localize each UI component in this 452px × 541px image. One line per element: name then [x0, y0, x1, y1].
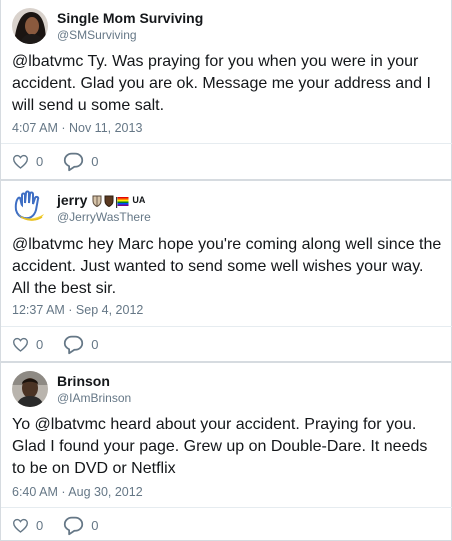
tweet-card[interactable]: jerry UA @JerryWasThere @lbatvmc hey Mar… — [0, 180, 452, 362]
avatar[interactable] — [12, 371, 48, 407]
tweet-actions: 0 0 — [12, 151, 118, 172]
shield-icon — [92, 194, 102, 208]
reply-button[interactable]: 0 — [63, 334, 98, 355]
reply-button[interactable]: 0 — [63, 151, 98, 172]
like-count: 0 — [36, 337, 44, 352]
reply-count: 0 — [91, 337, 99, 352]
speech-bubble-outline-icon — [63, 334, 84, 355]
tweet-list: Single Mom Surviving @SMSurviving @lbatv… — [0, 0, 452, 541]
reply-count: 0 — [91, 518, 99, 533]
name-badges: UA — [92, 192, 145, 209]
user-handle[interactable]: @JerryWasThere — [57, 210, 151, 225]
tweet-header: Brinson @IAmBrinson — [12, 371, 131, 407]
speech-bubble-outline-icon — [63, 151, 84, 172]
display-name[interactable]: Single Mom Surviving — [57, 10, 203, 27]
like-count: 0 — [36, 518, 44, 533]
tweet-header: Single Mom Surviving @SMSurviving — [12, 8, 203, 44]
tweet-card[interactable]: Brinson @IAmBrinson Yo @lbatvmc heard ab… — [0, 362, 452, 541]
tweet-timestamp[interactable]: 12:37 AM · Sep 4, 2012 — [12, 303, 143, 317]
display-name[interactable]: jerry — [57, 192, 87, 209]
display-name[interactable]: Brinson — [57, 373, 131, 390]
tweet-actions: 0 0 — [12, 334, 118, 355]
like-button[interactable]: 0 — [12, 337, 43, 352]
tweet-timestamp[interactable]: 6:40 AM · Aug 30, 2012 — [12, 485, 143, 499]
shield-icon — [104, 194, 114, 208]
badge-text: UA — [132, 194, 146, 205]
avatar[interactable] — [12, 190, 48, 226]
rainbow-flag-icon — [116, 195, 129, 208]
tweet-text: @lbatvmc hey Marc hope you're coming alo… — [12, 236, 442, 297]
divider — [1, 143, 452, 144]
reply-count: 0 — [91, 154, 99, 169]
divider — [1, 507, 452, 508]
like-button[interactable]: 0 — [12, 154, 43, 169]
user-handle[interactable]: @IAmBrinson — [57, 391, 131, 406]
user-handle[interactable]: @SMSurviving — [57, 28, 203, 43]
tweet-header: jerry UA @JerryWasThere — [12, 190, 151, 226]
heart-outline-icon — [12, 518, 29, 533]
speech-bubble-outline-icon — [63, 515, 84, 536]
heart-outline-icon — [12, 154, 29, 169]
avatar[interactable] — [12, 8, 48, 44]
tweet-timestamp[interactable]: 4:07 AM · Nov 11, 2013 — [12, 121, 142, 135]
divider — [1, 326, 452, 327]
tweet-text: @lbatvmc Ty. Was praying for you when yo… — [12, 53, 431, 114]
display-name-row: jerry UA — [57, 192, 151, 209]
tweet-text: Yo @lbatvmc heard about your accident. P… — [12, 416, 428, 477]
heart-outline-icon — [12, 337, 29, 352]
tweet-actions: 0 0 — [12, 515, 118, 536]
like-button[interactable]: 0 — [12, 518, 43, 533]
like-count: 0 — [36, 154, 44, 169]
reply-button[interactable]: 0 — [63, 515, 98, 536]
tweet-card[interactable]: Single Mom Surviving @SMSurviving @lbatv… — [0, 0, 452, 180]
